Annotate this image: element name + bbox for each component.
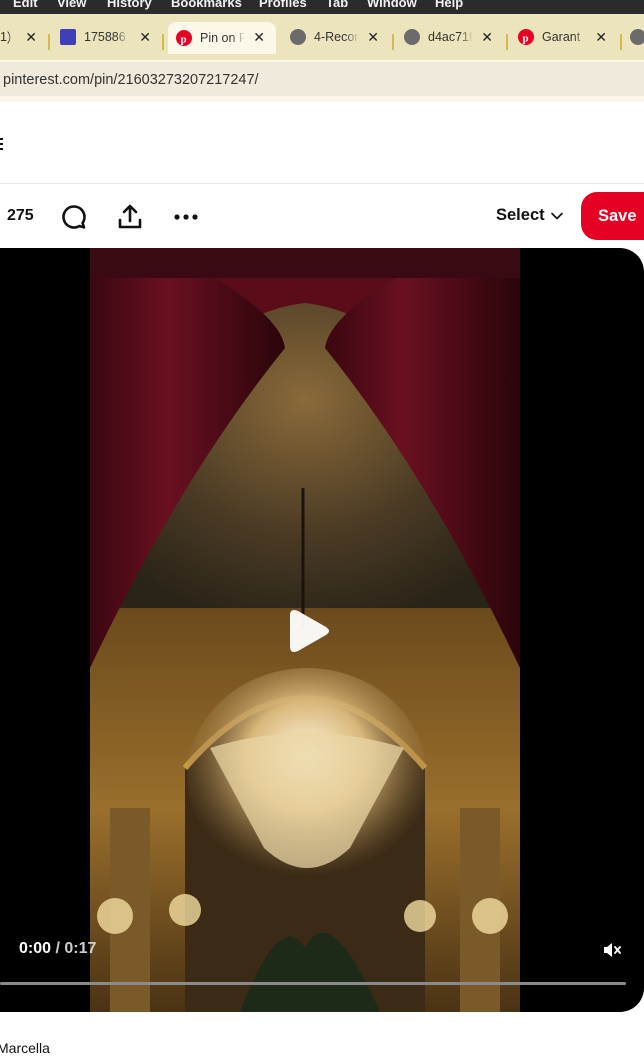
menu-history[interactable]: History <box>107 0 152 10</box>
close-icon[interactable]: ✕ <box>139 29 151 46</box>
current-time: 0:00 <box>19 940 52 957</box>
speaker-muted-icon <box>604 943 621 957</box>
duration: 0:17 <box>64 940 97 957</box>
close-icon[interactable]: ✕ <box>595 29 607 46</box>
video-player[interactable]: 0:00 / 0:17 <box>0 248 644 1012</box>
save-button[interactable]: Save <box>581 192 644 240</box>
share-icon[interactable] <box>116 203 144 231</box>
video-progress-bar[interactable] <box>0 982 626 985</box>
close-icon[interactable]: ✕ <box>367 29 379 46</box>
site-header <box>0 102 644 184</box>
tab-separator <box>620 34 622 50</box>
comment-icon[interactable] <box>60 203 88 231</box>
menu-bar: Edit View History Bookmarks Profiles Tab… <box>0 0 644 14</box>
time-separator: / <box>55 940 60 957</box>
menu-edit[interactable]: Edit <box>13 0 38 10</box>
tab-5[interactable]: p Garant ✕ <box>518 22 610 52</box>
menu-window[interactable]: Window <box>367 0 417 10</box>
tab-1[interactable]: 175886 ✕ <box>60 22 154 52</box>
play-button[interactable] <box>288 606 330 656</box>
pinterest-icon: p <box>518 29 534 45</box>
menu-help[interactable]: Help <box>435 0 463 10</box>
tab-separator <box>392 34 394 50</box>
more-menu-icon[interactable] <box>0 138 3 150</box>
tab-label: 1) <box>0 30 12 44</box>
chevron-down-icon <box>550 212 563 219</box>
globe-icon <box>630 29 644 45</box>
tab-3[interactable]: 4-Recor ✕ <box>290 22 382 52</box>
tab-6[interactable] <box>630 22 644 52</box>
tab-0[interactable]: 1) ✕ <box>0 22 40 52</box>
video-timestamp: 0:00 / 0:17 <box>19 940 96 958</box>
author-name: Marcella <box>0 1040 50 1056</box>
menu-profiles[interactable]: Profiles <box>259 0 307 10</box>
url-field[interactable]: pinterest.com/pin/21603273207217247/ <box>0 62 644 96</box>
pinterest-icon: p <box>176 30 192 46</box>
tab-2-active[interactable]: p Pin on P ✕ <box>168 22 276 54</box>
tab-4[interactable]: d4ac71f ✕ <box>404 22 496 52</box>
menu-bookmarks[interactable]: Bookmarks <box>171 0 242 10</box>
globe-icon <box>290 29 306 45</box>
tab-label: d4ac71f <box>428 30 473 44</box>
menu-tab[interactable]: Tab <box>326 0 348 10</box>
pin-action-bar: 275 Select Save <box>0 185 644 247</box>
board-select-label: Select <box>496 206 545 224</box>
board-select[interactable]: Select <box>496 206 563 225</box>
tab-label: 175886 <box>84 30 126 44</box>
reaction-count[interactable]: 275 <box>7 207 34 225</box>
menu-view[interactable]: View <box>57 0 86 10</box>
address-bar: pinterest.com/pin/21603273207217247/ <box>0 60 644 102</box>
play-icon <box>290 610 329 652</box>
tab-strip: 1) ✕ 175886 ✕ p Pin on P ✕ 4-Recor ✕ d4a… <box>0 14 644 60</box>
globe-icon <box>404 29 420 45</box>
tab-label: Pin on P <box>200 31 245 45</box>
close-icon[interactable]: ✕ <box>25 29 37 46</box>
tab-label: Garant <box>542 30 581 44</box>
tab-label: 4-Recor <box>314 30 359 44</box>
close-icon[interactable]: ✕ <box>253 29 265 46</box>
svg-text:p: p <box>181 34 187 46</box>
pin-author-name[interactable]: Marcella <box>0 1040 50 1056</box>
tab-separator <box>506 34 508 50</box>
tab-separator <box>48 34 50 50</box>
close-icon[interactable]: ✕ <box>481 29 493 46</box>
mute-button[interactable] <box>602 940 622 960</box>
more-options-icon[interactable] <box>172 203 200 231</box>
site-icon <box>60 29 76 45</box>
url-text: pinterest.com/pin/21603273207217247/ <box>3 72 259 88</box>
svg-text:p: p <box>523 33 529 45</box>
tab-separator <box>162 34 164 50</box>
